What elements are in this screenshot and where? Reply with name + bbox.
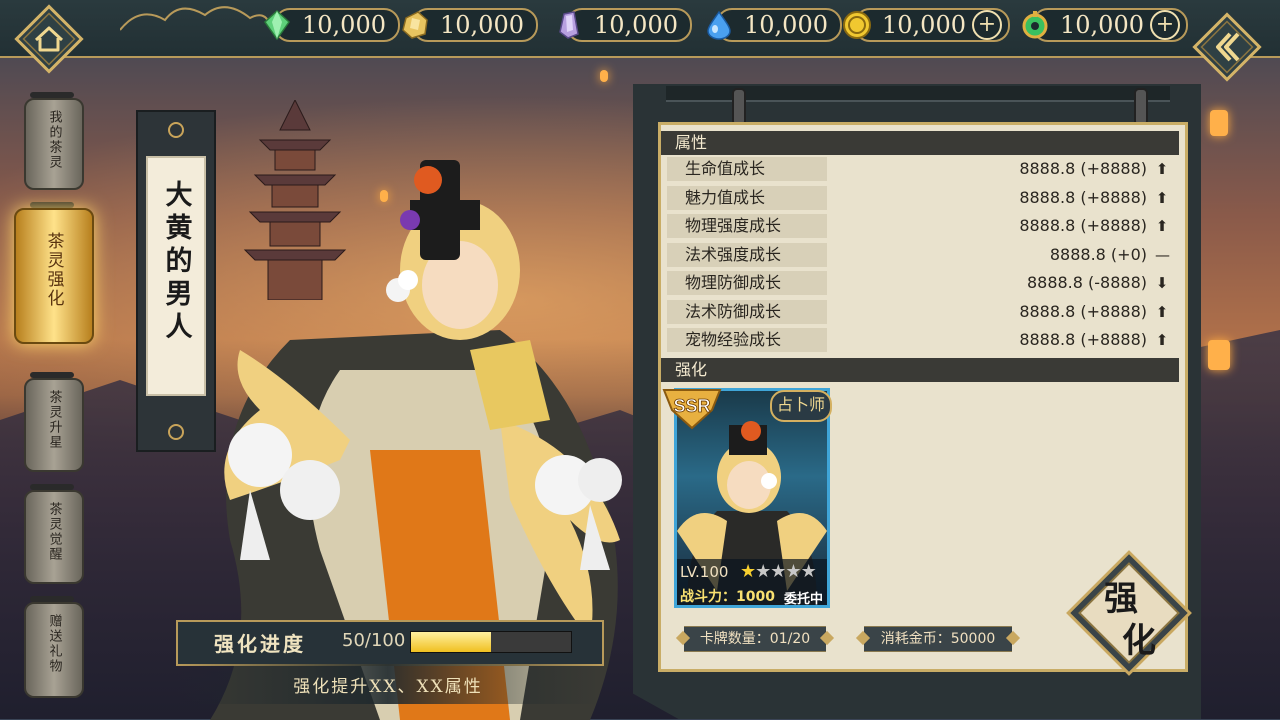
attribute-row: 物理防御成长 8888.8 (-8888) ⬇	[667, 271, 1177, 295]
attribute-row: 生命值成长 8888.8 (+8888) ⬆	[667, 157, 1177, 181]
card-star-rating: ★★★★★	[740, 561, 817, 582]
resource-green-gem: 10,000	[262, 8, 400, 42]
nav-label: 茶灵觉醒	[46, 502, 62, 562]
jade-pendant-icon	[1022, 11, 1048, 39]
attribute-value: 8888.8 (-8888)	[1026, 273, 1147, 292]
nav-my-tea-spirit[interactable]: 我的茶灵	[24, 98, 84, 190]
star-empty-icon: ★	[800, 561, 817, 582]
progress-label: 强化进度	[214, 632, 306, 656]
role-badge: 占卜师	[770, 390, 832, 422]
progress-description: 强化提升XX、XX属性	[293, 677, 483, 697]
attribute-row: 法术强度成长 8888.8 (+0) —	[667, 242, 1177, 267]
attribute-value: 8888.8 (+8888)	[1019, 159, 1147, 178]
resource-amount: 10,000	[882, 11, 966, 39]
green-gem-icon	[264, 10, 290, 40]
gold-ore-icon	[402, 11, 428, 39]
arrow-up-icon: ⬆	[1155, 302, 1169, 321]
arrow-up-icon: ⬆	[1155, 188, 1169, 207]
lantern-light	[1210, 110, 1228, 136]
progress-bar	[410, 631, 572, 653]
resource-gold-ore: 10,000	[400, 8, 538, 42]
attribute-value: 8888.8 (+0)	[1049, 244, 1147, 264]
nav-tea-spirit-enhance[interactable]: 茶灵强化	[14, 208, 94, 344]
add-gold-button[interactable]: +	[971, 10, 1002, 40]
resource-gold-coin: 10,000 +	[842, 8, 1010, 42]
add-jade-button[interactable]: +	[1149, 10, 1180, 40]
panel-hook	[732, 88, 746, 126]
nav-label: 茶灵升星	[46, 390, 62, 450]
resource-value: 10,000	[274, 8, 400, 42]
resource-value: 10,000	[412, 8, 538, 42]
purple-crystal-icon	[559, 11, 579, 39]
arrow-up-icon: ⬆	[1155, 331, 1169, 349]
attribute-row: 物理强度成长 8888.8 (+8888) ⬆	[667, 214, 1177, 238]
resource-jade-pendant: 10,000 +	[1020, 8, 1188, 42]
cloud-ornament	[120, 6, 270, 31]
enhance-progress-panel: 强化进度 50/100	[176, 620, 604, 666]
progress-description-banner: 强化提升XX、XX属性	[176, 664, 600, 704]
svg-text:强: 强	[1104, 579, 1138, 619]
back-button[interactable]	[1190, 10, 1264, 84]
star-empty-icon: ★	[755, 561, 771, 582]
nav-label: 赠送礼物	[46, 614, 62, 674]
nav-tea-spirit-star-up[interactable]: 茶灵升星	[24, 378, 84, 472]
attribute-name: 物理强度成长	[667, 214, 827, 238]
resource-purple-crystal: 10,000	[554, 8, 692, 42]
svg-text:SSR: SSR	[673, 396, 710, 416]
ssr-rarity-badge: SSR	[662, 389, 722, 430]
attribute-value: 8888.8 (+8888)	[1019, 330, 1147, 349]
attribute-row: 魅力值成长 8888.8 (+8888) ⬆	[667, 185, 1177, 210]
arrow-up-icon: ⬆	[1155, 160, 1169, 178]
resource-amount: 10,000	[1060, 11, 1144, 39]
resource-water-drop: 10,000	[704, 8, 842, 42]
resource-value: 10,000	[716, 8, 842, 42]
nav-label: 我的茶灵	[46, 110, 62, 170]
enhance-header: 强化	[661, 358, 1179, 382]
home-button[interactable]	[14, 4, 84, 74]
panel-hook	[1134, 88, 1148, 126]
svg-text:化: 化	[1122, 621, 1156, 661]
attribute-name: 宠物经验成长	[667, 328, 827, 352]
nav-tea-spirit-awaken[interactable]: 茶灵觉醒	[24, 490, 84, 584]
attribute-name: 生命值成长	[667, 157, 827, 181]
enhance-button[interactable]: 强 化	[1064, 548, 1194, 678]
attribute-row: 法术防御成长 8888.8 (+8888) ⬆	[667, 299, 1177, 324]
attribute-name: 法术强度成长	[667, 242, 827, 267]
card-status: 委托中	[784, 592, 824, 607]
dash-icon: —	[1155, 245, 1170, 264]
attribute-name: 魅力值成长	[667, 185, 827, 210]
nav-label: 茶灵强化	[43, 232, 64, 308]
attribute-row: 宠物经验成长 8888.8 (+8888) ⬆	[667, 328, 1177, 352]
resource-value: 10,000 +	[854, 8, 1010, 42]
attribute-value: 8888.8 (+8888)	[1019, 301, 1147, 321]
card-level: LV.100	[680, 563, 729, 581]
gold-cost-tag: 消耗金币：50000	[864, 626, 1012, 652]
progress-fill	[411, 632, 491, 652]
resource-value: 10,000 +	[1032, 8, 1188, 42]
attribute-name: 法术防御成长	[667, 299, 827, 324]
lantern-light	[600, 70, 608, 82]
card-power: 战斗力：1000	[680, 589, 775, 605]
star-empty-icon: ★	[785, 561, 801, 582]
arrow-up-icon: ⬆	[1155, 217, 1169, 235]
attributes-header: 属性	[661, 131, 1179, 155]
gold-coin-icon	[843, 11, 871, 39]
lantern-light	[1208, 340, 1230, 370]
nav-send-gift[interactable]: 赠送礼物	[24, 602, 84, 698]
star-empty-icon: ★	[770, 561, 786, 582]
water-drop-icon	[707, 10, 731, 40]
attribute-name: 物理防御成长	[667, 271, 827, 295]
attribute-value: 8888.8 (+8888)	[1019, 216, 1147, 235]
progress-value: 50/100	[342, 630, 406, 651]
star-filled-icon: ★	[740, 561, 756, 582]
card-count-tag: 卡牌数量：01/20	[684, 626, 826, 652]
resource-value: 10,000	[566, 8, 692, 42]
arrow-down-icon: ⬇	[1155, 274, 1169, 292]
attribute-value: 8888.8 (+8888)	[1019, 187, 1147, 207]
